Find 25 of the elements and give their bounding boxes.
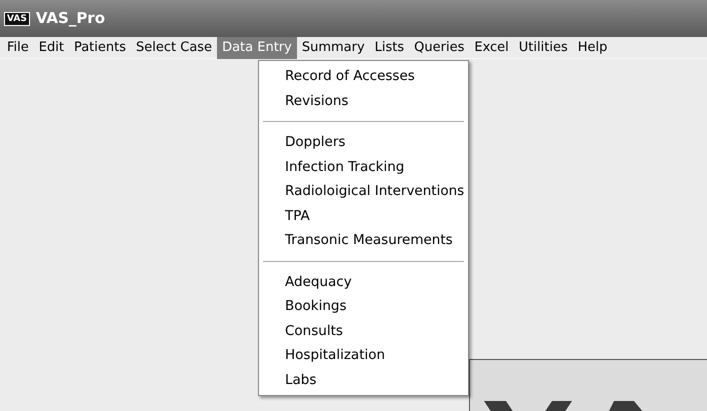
menu-option[interactable]: Revisions: [259, 88, 468, 113]
window-title: VAS_Pro: [36, 8, 106, 30]
menu-item[interactable]: Select Case: [131, 36, 218, 58]
menu-item[interactable]: Data Entry: [217, 36, 297, 58]
menu-item[interactable]: File: [2, 36, 34, 58]
menu-item[interactable]: Excel: [469, 36, 514, 58]
menu-option[interactable]: Radioloigical Interventions: [259, 179, 468, 204]
menu-option[interactable]: TPA: [259, 204, 468, 228]
menu-item[interactable]: Help: [572, 36, 612, 58]
menu-item[interactable]: Edit: [34, 36, 69, 58]
menu-item[interactable]: Summary: [296, 36, 370, 58]
menu-option[interactable]: Transonic Measurements: [259, 228, 468, 252]
menu-option[interactable]: Consults: [259, 318, 468, 343]
app-icon: VAS: [4, 12, 30, 26]
menu-item[interactable]: Queries: [409, 36, 470, 58]
menu-option[interactable]: Record of Accesses: [259, 64, 468, 88]
menu-option[interactable]: Infection Tracking: [259, 154, 468, 179]
menu-option[interactable]: Bookings: [259, 294, 468, 318]
menu-item[interactable]: Patients: [68, 36, 131, 58]
menu-item[interactable]: Utilities: [514, 36, 573, 58]
menu-option[interactable]: Labs: [259, 368, 468, 392]
menu-option[interactable]: Dopplers: [259, 130, 468, 154]
menu-item[interactable]: Lists: [370, 36, 410, 58]
menu-option[interactable]: Hospitalization: [259, 343, 468, 368]
menu-option[interactable]: Adequacy: [259, 270, 468, 294]
